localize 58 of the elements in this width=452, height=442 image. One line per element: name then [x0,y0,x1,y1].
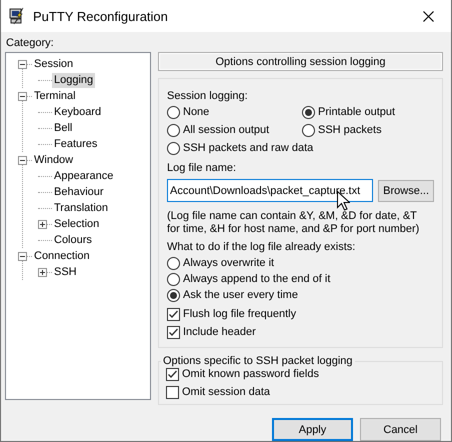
tree-item[interactable]: Window [32,152,76,168]
collapse-icon[interactable] [18,92,27,100]
checkbox[interactable] [166,368,179,380]
checkbox[interactable] [166,386,179,398]
tree-item[interactable]: Logging [52,72,96,88]
tree-item[interactable]: Features [52,136,100,152]
radio-button[interactable] [167,288,180,302]
log-file-field[interactable]: Account\Downloads\packet_capture.txt [167,179,374,202]
tree-item[interactable]: Translation [52,200,110,216]
collapse-icon[interactable] [18,60,27,68]
radio-button[interactable] [167,256,180,270]
checkbox-label: Omit session data [182,386,270,398]
option-label: None [183,106,210,118]
tree-item[interactable]: SSH [52,264,79,280]
radio-button[interactable] [167,272,180,286]
tree-item[interactable]: Bell [52,120,74,136]
tree-item[interactable]: Selection [52,216,102,232]
group-label: What to do if the log file already exists: [167,240,356,254]
option-label: Always append to the end of it [183,273,330,285]
app-icon [8,7,26,25]
tree-item[interactable]: Keyboard [52,104,104,120]
group-label: Session logging: [167,89,249,103]
category-label: Category: [5,36,55,50]
section-header: Options controlling session logging [158,52,443,71]
close-icon[interactable] [423,10,434,22]
hint-text: (Log file name can contain &Y, &M, &D for date, &T for time, &H for host name, and &P for port number) [167,210,420,236]
expand-icon[interactable] [38,220,47,228]
browse-button[interactable]: Browse... [378,180,434,202]
checkbox-label: Include header [183,326,256,338]
collapse-icon[interactable] [18,156,27,164]
cancel-button[interactable]: Cancel [360,418,441,441]
checkbox-label: Flush log file frequently [183,308,296,320]
tree-item[interactable]: Behaviour [52,184,106,200]
option-label: Always overwrite it [183,257,274,269]
tree-item[interactable]: Connection [32,248,92,264]
checkbox[interactable] [167,326,180,338]
tree-item[interactable]: Colours [52,232,94,248]
option-label: Ask the user every time [183,289,298,301]
field-label: Log file name: [167,161,238,175]
radio-button[interactable] [167,142,180,154]
option-label: SSH packets [318,124,382,136]
checkbox-label: Omit known password fields [182,368,319,380]
radio-button[interactable] [167,124,180,136]
tree-item[interactable]: Session [32,56,76,72]
radio-button[interactable] [302,106,315,118]
apply-button[interactable]: Apply [272,418,353,441]
tree-item[interactable]: Appearance [52,168,116,184]
group-title: Options specific to SSH packet logging [162,355,354,367]
option-label: SSH packets and raw data [183,142,314,154]
radio-button[interactable] [302,124,315,136]
collapse-icon[interactable] [18,252,27,260]
expand-icon[interactable] [38,268,47,276]
checkbox[interactable] [167,308,180,320]
option-label: All session output [183,124,270,136]
radio-button[interactable] [167,106,180,118]
tree-item[interactable]: Terminal [32,88,78,104]
window-title: PuTTY Reconfiguration [33,8,168,24]
option-label: Printable output [318,106,396,118]
